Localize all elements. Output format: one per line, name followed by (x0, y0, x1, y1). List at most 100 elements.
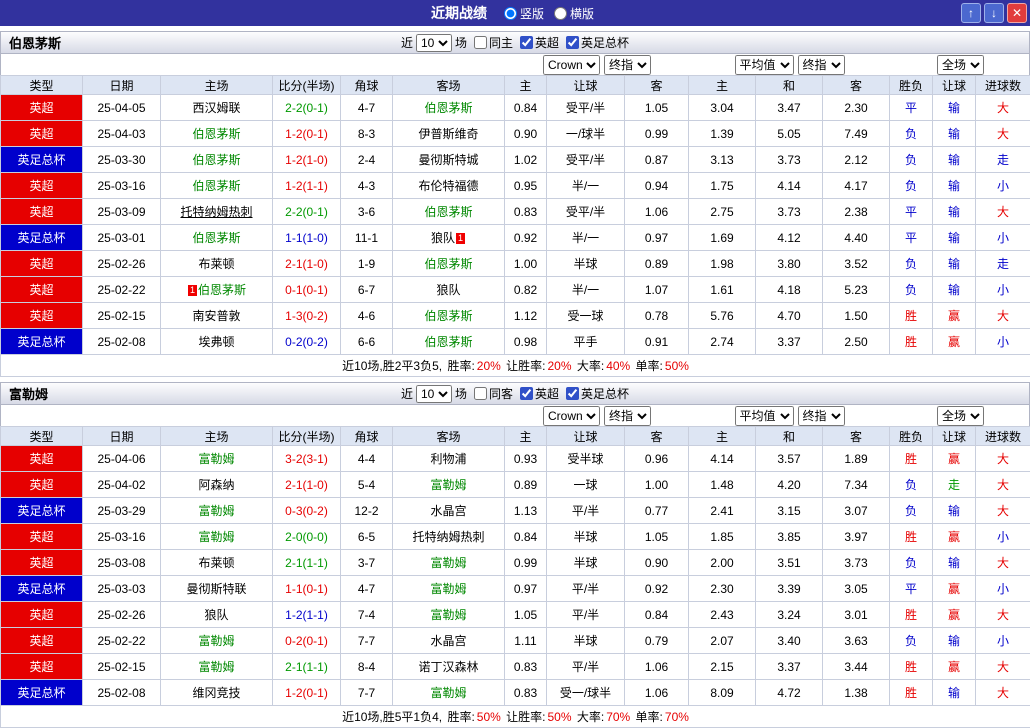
asian-handicap-line: 受平/半 (546, 146, 625, 173)
corners: 3-6 (340, 198, 393, 225)
handicap-result: 赢 (932, 445, 976, 472)
facup-checkbox[interactable] (566, 387, 580, 400)
euro-odds-stage-select[interactable]: 终指 (797, 406, 845, 426)
league-epl-option[interactable]: 英超 (516, 34, 559, 51)
results-table: 类型 日期 主场 比分(半场) 角球 客场 主 让球 客 主 和 客 胜负 让球… (0, 426, 1030, 728)
euro-draw-odds: 3.73 (755, 198, 823, 225)
vertical-radio[interactable] (503, 6, 517, 20)
col-euro-draw: 和 (755, 75, 823, 95)
near-label: 近 (400, 387, 413, 401)
bookmaker-select[interactable]: Crown (543, 55, 600, 75)
same-venue-option[interactable]: 同客 (470, 385, 513, 402)
goals-result: 大 (975, 497, 1030, 524)
layout-vertical-option[interactable]: 竖版 (503, 5, 544, 22)
asian-handicap-line: 半球 (546, 549, 625, 576)
euro-odds-source-select[interactable]: 平均值 (734, 55, 794, 75)
match-date: 25-03-30 (82, 146, 161, 173)
asian-odds-stage-select[interactable]: 终指 (604, 55, 651, 75)
scroll-up-button[interactable]: ↑ (961, 3, 981, 23)
match-row: 英足总杯 25-03-30 伯恩茅斯 1-2(1-0) 2-4 曼彻斯特城 1.… (0, 146, 1030, 173)
match-row: 英超 25-04-02 阿森纳 2-1(1-0) 5-4 富勒姆 0.89 一球… (0, 471, 1030, 498)
league-facup-option[interactable]: 英足总杯 (562, 34, 629, 51)
win-loss-result: 胜 (889, 679, 933, 706)
games-label: 场 (454, 387, 467, 401)
horizontal-label: 横版 (570, 6, 595, 21)
summary-row: 近10场,胜5平1负4, 胜率: 50% 让胜率: 50% 大率: 70% 单率: 70… (0, 705, 1030, 728)
same-venue-checkbox[interactable] (473, 387, 487, 400)
corners: 4-4 (340, 445, 393, 472)
home-team: 埃弗顿 (160, 328, 273, 355)
asian-home-odds: 1.02 (504, 146, 547, 173)
euro-draw-odds: 5.05 (755, 120, 823, 147)
match-date: 25-03-16 (82, 523, 161, 550)
asian-handicap-line: 平手 (546, 328, 625, 355)
table-header-row: 类型 日期 主场 比分(半场) 角球 客场 主 让球 客 主 和 客 胜负 让球… (0, 75, 1030, 95)
corners: 4-7 (340, 575, 393, 602)
win-loss-result: 胜 (889, 523, 933, 550)
scope-select[interactable]: 全场 (937, 55, 984, 75)
col-corner: 角球 (340, 426, 393, 446)
asian-home-odds: 1.11 (504, 627, 547, 654)
euro-home-odds: 8.09 (688, 679, 756, 706)
match-date: 25-04-06 (82, 445, 161, 472)
titlebar: 近期战绩 竖版 横版 ↑ ↓ ✕ (0, 0, 1030, 26)
league-badge: 英超 (0, 653, 83, 680)
red-card-badge: 1 (456, 233, 466, 244)
red-card-badge: 1 (187, 285, 197, 296)
handicap-result: 走 (932, 471, 976, 498)
home-team: 富勒姆 (160, 627, 273, 654)
league-facup-option[interactable]: 英足总杯 (562, 385, 629, 402)
corners: 11-1 (340, 224, 393, 251)
asian-odds-stage-select[interactable]: 终指 (604, 406, 651, 426)
euro-draw-odds: 3.37 (755, 653, 823, 680)
bookmaker-select[interactable]: Crown (543, 406, 600, 426)
corners: 3-7 (340, 549, 393, 576)
matches-count-select[interactable]: 10 (415, 33, 452, 52)
same-venue-option[interactable]: 同主 (470, 34, 513, 51)
win-loss-result: 负 (889, 627, 933, 654)
same-venue-checkbox[interactable] (473, 36, 487, 49)
euro-away-odds: 3.07 (822, 497, 890, 524)
league-epl-option[interactable]: 英超 (516, 385, 559, 402)
league-badge: 英超 (0, 445, 83, 472)
score: 0-1(0-1) (272, 276, 341, 303)
layout-horizontal-option[interactable]: 横版 (554, 5, 594, 22)
win-loss-result: 负 (889, 172, 933, 199)
close-button[interactable]: ✕ (1007, 3, 1027, 23)
league-badge: 英足总杯 (0, 575, 83, 602)
matches-count-select[interactable]: 10 (415, 384, 452, 403)
match-row: 英超 25-04-05 西汉姆联 2-2(0-1) 4-7 伯恩茅斯 0.84 … (0, 94, 1030, 121)
euro-away-odds: 3.63 (822, 627, 890, 654)
col-euro-home: 主 (688, 75, 756, 95)
goals-result: 大 (975, 601, 1030, 628)
horizontal-radio[interactable] (554, 6, 567, 20)
win-loss-result: 胜 (889, 445, 933, 472)
epl-label: 英超 (535, 387, 560, 401)
match-date: 25-02-26 (82, 601, 161, 628)
euro-home-odds: 2.15 (688, 653, 756, 680)
match-date: 25-02-22 (82, 627, 161, 654)
asian-handicap-line: 一/球半 (546, 120, 625, 147)
handicap-result: 赢 (932, 575, 976, 602)
handicap-result: 输 (932, 146, 976, 173)
facup-checkbox[interactable] (566, 36, 580, 49)
score: 2-2(0-1) (272, 94, 341, 121)
team-section-bournemouth: 伯恩茅斯 近 10 场 同主 英超 英足总杯 Crown 终指 平均值 终指 全… (0, 31, 1030, 377)
match-row: 英超 25-02-15 富勒姆 2-1(1-1) 8-4 诺丁汉森林 0.83 … (0, 653, 1030, 680)
league-badge: 英超 (0, 172, 83, 199)
asian-home-odds: 0.92 (504, 224, 547, 251)
scroll-down-button[interactable]: ↓ (984, 3, 1004, 23)
euro-odds-source-select[interactable]: 平均值 (734, 406, 794, 426)
asian-home-odds: 0.99 (504, 549, 547, 576)
epl-checkbox[interactable] (520, 36, 533, 49)
euro-odds-stage-select[interactable]: 终指 (797, 55, 845, 75)
scope-select[interactable]: 全场 (937, 406, 984, 426)
epl-checkbox[interactable] (520, 387, 533, 400)
corners: 5-4 (340, 471, 393, 498)
win-loss-result: 平 (889, 94, 933, 121)
goals-result: 大 (975, 471, 1030, 498)
score: 1-2(1-1) (272, 172, 341, 199)
home-team: 狼队 (160, 601, 273, 628)
match-date: 25-03-01 (82, 224, 161, 251)
col-asian-home: 主 (504, 426, 547, 446)
